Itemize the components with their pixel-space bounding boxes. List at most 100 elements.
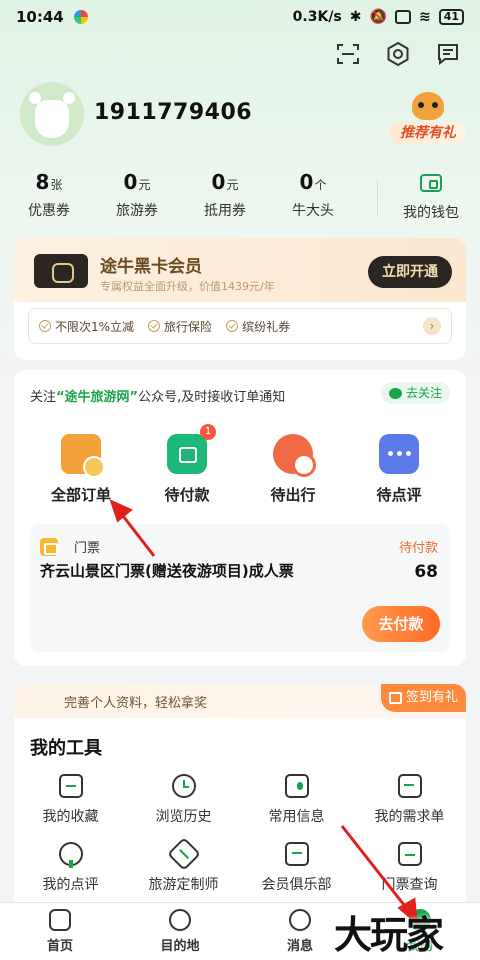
vip-open-button[interactable]: 立即开通 (368, 256, 452, 288)
follow-account: “途牛旅游网” (56, 390, 139, 405)
follow-suffix: 公众号,及时接收订单通知 (138, 390, 286, 405)
recommend-reward-button[interactable]: 推荐有礼 (390, 92, 466, 144)
store-icon (397, 842, 422, 866)
vip-subtitle: 专属权益全面升级，价值1439元/年 (100, 280, 275, 293)
tool-common-info[interactable]: 常用信息 (240, 770, 353, 826)
stat-travel-vouchers[interactable]: 0元 旅游券 (93, 170, 181, 222)
stat-label: 旅游券 (116, 203, 158, 219)
stat-niu-datou[interactable]: 0个 牛大头 (269, 170, 357, 222)
tool-label: 旅游定制师 (148, 877, 219, 893)
shopping-bag-icon (284, 842, 309, 866)
tool-label: 门票查询 (381, 877, 438, 893)
home-icon (49, 909, 71, 931)
stat-coupons[interactable]: 8张 优惠券 (5, 170, 93, 222)
order-item[interactable]: 门票 待付款 齐云山景区门票(赠送夜游项目)成人票 68 去付款 (30, 524, 450, 652)
vip-card: 途牛黑卡会员 专属权益全面升级，价值1439元/年 立即开通 不限次1%立减 旅… (14, 238, 466, 360)
stat-value: 8 (35, 170, 50, 194)
profile-banner[interactable]: 完善个人资料，轻松拿奖 签到有礼 (14, 684, 466, 718)
chevron-right-icon[interactable]: › (423, 317, 441, 335)
username[interactable]: 1911779406 (94, 100, 252, 125)
nav-label: 首页 (46, 939, 73, 954)
order-type: 门票 (74, 541, 101, 556)
folder-icon (58, 774, 83, 798)
wechat-icon (388, 387, 402, 399)
stat-deduction-vouchers[interactable]: 0元 抵用券 (181, 170, 269, 222)
stat-value: 0 (123, 170, 138, 194)
tool-requests[interactable]: 我的需求单 (353, 770, 466, 826)
follow-notice: 关注“途牛旅游网”公众号,及时接收订单通知 (30, 386, 285, 405)
pay-button[interactable]: 去付款 (362, 606, 440, 642)
tools-card: 完善个人资料，轻松拿奖 签到有礼 我的工具 我的收藏 浏览历史 常用信息 我的需… (14, 684, 466, 914)
tool-label: 我的收藏 (42, 809, 99, 825)
avatar[interactable] (20, 82, 84, 146)
follow-button[interactable]: 去关注 (380, 382, 450, 404)
nav-home[interactable]: 首页 (0, 903, 120, 960)
perk-label: 不限次1%立减 (55, 319, 135, 334)
stat-unit: 元 (138, 178, 151, 192)
status-bar: 10:44 0.3K/s ✱ 🔕 ≋ 41 (0, 0, 480, 34)
tool-ticket-query[interactable]: 门票查询 (353, 838, 466, 894)
tab-label: 待付款 (164, 486, 210, 504)
tool-label: 会员俱乐部 (261, 877, 332, 893)
message-icon[interactable] (434, 40, 462, 68)
check-icon (148, 320, 161, 332)
order-tabs: 全部订单 1 待付款 待出行 待点评 (14, 424, 466, 505)
clipboard-icon (61, 434, 105, 478)
sim-icon (394, 10, 411, 24)
clock-icon (171, 774, 196, 798)
settings-icon[interactable] (384, 40, 412, 68)
chat-icon (289, 909, 311, 931)
stat-unit: 个 (314, 178, 327, 192)
stat-value: 0 (211, 170, 226, 194)
tab-pending-payment[interactable]: 1 待付款 (142, 424, 232, 505)
count-badge: 1 (200, 424, 216, 440)
chat-bubble-icon (379, 434, 419, 474)
tool-member-club[interactable]: 会员俱乐部 (240, 838, 353, 894)
check-icon (226, 320, 239, 332)
sign-in-label: 签到有礼 (405, 690, 458, 705)
app-notification-icon (73, 10, 88, 24)
sign-in-button[interactable]: 签到有礼 (380, 684, 466, 712)
vip-perks[interactable]: 不限次1%立减 旅行保险 缤纷礼券 › (28, 308, 452, 344)
tab-all-orders[interactable]: 全部订单 (36, 430, 126, 505)
check-icon (39, 320, 51, 332)
stat-value: 0 (299, 170, 314, 194)
scan-icon[interactable] (334, 40, 362, 68)
order-price: 68 (414, 562, 438, 582)
stat-unit: 张 (50, 178, 63, 192)
ticket-icon (40, 538, 58, 556)
perk-item: 旅行保险 (148, 318, 212, 335)
network-speed: 0.3K/s (292, 9, 342, 25)
tool-label: 浏览历史 (155, 809, 212, 825)
bluetooth-icon: ✱ (349, 9, 362, 25)
divider (377, 180, 378, 216)
perk-item: 不限次1%立减 (39, 318, 134, 335)
planet-icon (169, 909, 191, 931)
tool-reviews[interactable]: 我的点评 (14, 838, 127, 894)
crown-icon (34, 254, 88, 288)
tab-label: 全部订单 (50, 486, 111, 504)
gift-icon (388, 692, 402, 704)
tab-pending-review[interactable]: 待点评 (354, 430, 444, 505)
tool-label: 我的需求单 (374, 809, 445, 825)
avatar-mascot-icon (29, 92, 75, 138)
tools-title: 我的工具 (30, 738, 102, 759)
order-status: 待付款 (398, 541, 438, 556)
nav-label: 目的地 (160, 939, 200, 954)
tool-favorites[interactable]: 我的收藏 (14, 770, 127, 826)
wallet-button[interactable]: 我的钱包 (396, 174, 466, 222)
mute-icon: 🔕 (369, 9, 387, 25)
orders-card: 关注“途牛旅游网”公众号,及时接收订单通知 去关注 全部订单 1 待付款 待出行… (14, 370, 466, 666)
stat-label: 牛大头 (292, 203, 334, 219)
nav-destination[interactable]: 目的地 (120, 903, 240, 960)
tool-history[interactable]: 浏览历史 (127, 770, 240, 826)
wallet-label: 我的钱包 (403, 205, 459, 221)
tab-label: 待点评 (376, 486, 422, 504)
id-card-icon (284, 774, 309, 798)
follow-prefix: 关注 (30, 390, 57, 405)
tool-custom-planner[interactable]: 旅游定制师 (127, 837, 240, 894)
tab-pending-trip[interactable]: 待出行 (248, 430, 338, 505)
perk-label: 旅行保险 (164, 319, 213, 334)
tool-label: 常用信息 (268, 809, 325, 825)
vip-banner[interactable]: 途牛黑卡会员 专属权益全面升级，价值1439元/年 立即开通 (14, 238, 466, 302)
